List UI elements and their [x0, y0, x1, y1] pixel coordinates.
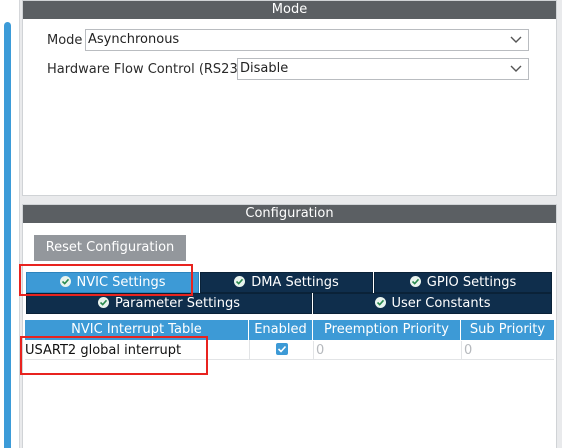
check-circle-icon: [409, 276, 421, 287]
enabled-checkbox[interactable]: [276, 343, 288, 355]
flow-control-select[interactable]: Disable: [237, 58, 529, 80]
enabled-cell: [249, 340, 313, 359]
mode-panel-header: Mode: [23, 1, 556, 19]
tab-parameter-settings[interactable]: Parameter Settings: [26, 293, 312, 314]
mode-select[interactable]: Asynchronous: [85, 29, 529, 51]
checkmark-icon: [277, 345, 287, 353]
check-circle-icon: [374, 297, 386, 308]
left-scroll-strip: [0, 0, 20, 448]
column-header-sub-priority[interactable]: Sub Priority: [461, 320, 554, 340]
configuration-panel: Configuration Reset Configuration NVIC S…: [22, 204, 557, 448]
tab-gpio-settings-label: GPIO Settings: [426, 275, 517, 290]
chevron-down-icon: [510, 36, 522, 43]
configuration-panel-header: Configuration: [23, 205, 556, 223]
column-header-enabled[interactable]: Enabled: [249, 320, 313, 340]
mode-select-value: Asynchronous: [88, 32, 180, 47]
sub-priority-cell[interactable]: 0: [461, 341, 554, 360]
mode-label: Mode: [47, 33, 83, 48]
column-header-preemption[interactable]: Preemption Priority: [313, 320, 461, 340]
tab-dma-settings[interactable]: DMA Settings: [200, 272, 373, 293]
left-scrollbar[interactable]: [4, 22, 11, 448]
highlight-usart2-row: [20, 336, 208, 375]
reset-configuration-button[interactable]: Reset Configuration: [34, 235, 186, 261]
tab-user-constants[interactable]: User Constants: [313, 293, 552, 314]
tab-dma-settings-label: DMA Settings: [251, 275, 339, 290]
mode-panel: Mode Mode Asynchronous Hardware Flow Con…: [22, 0, 557, 196]
tab-parameter-settings-label: Parameter Settings: [114, 296, 241, 311]
check-circle-icon: [97, 297, 109, 308]
chevron-down-icon: [510, 65, 522, 72]
highlight-nvic-tab: [19, 264, 193, 296]
flow-control-label: Hardware Flow Control (RS232): [47, 62, 252, 77]
check-circle-icon: [234, 276, 246, 287]
tab-gpio-settings[interactable]: GPIO Settings: [374, 272, 552, 293]
flow-control-select-value: Disable: [240, 61, 289, 76]
tab-user-constants-label: User Constants: [391, 296, 491, 311]
preemption-priority-cell[interactable]: 0: [313, 341, 461, 360]
